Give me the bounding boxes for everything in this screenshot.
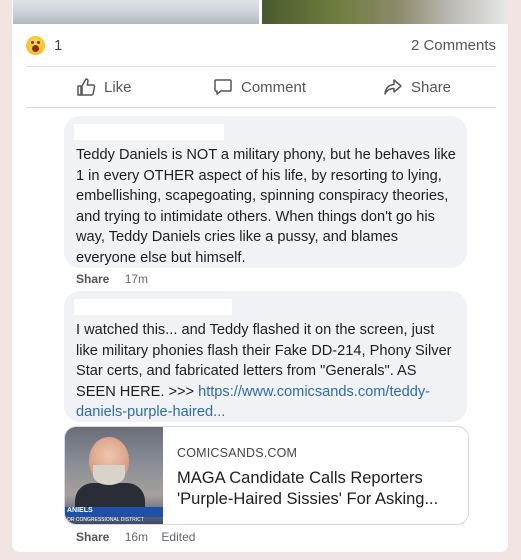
comment-text: I watched this... and Teddy flashed it o…	[76, 322, 452, 420]
comment-timestamp[interactable]: 17m	[125, 272, 148, 286]
comment-share-link[interactable]: Share	[76, 530, 109, 544]
comment-bubble: I watched this... and Teddy flashed it o…	[64, 291, 467, 422]
comment-bubble: Teddy Daniels is NOT a military phony, b…	[64, 116, 467, 268]
link-preview-card[interactable]: ANIELS OR CONGRESSIONAL DISTRICT COMICSA…	[64, 426, 469, 525]
comment-text: Teddy Daniels is NOT a military phony, b…	[76, 147, 456, 266]
like-label: Like	[104, 78, 132, 96]
share-label: Share	[411, 78, 452, 96]
comment-timestamp[interactable]: 16m	[125, 530, 148, 544]
haha-emoji-icon[interactable]	[26, 36, 45, 55]
comment-meta: Share 16m Edited	[76, 530, 195, 544]
share-button[interactable]: Share	[383, 67, 451, 107]
share-arrow-icon	[384, 79, 402, 95]
comment-share-link[interactable]: Share	[76, 272, 109, 286]
commenter-name-redacted[interactable]	[74, 124, 224, 140]
edited-label[interactable]: Edited	[161, 530, 195, 544]
thumbnail-caption: ANIELS	[67, 507, 93, 514]
comments-count-link[interactable]: 2 Comments	[411, 37, 496, 54]
comment-label: Comment	[241, 78, 307, 96]
like-button[interactable]: Like	[76, 67, 132, 107]
comment-button[interactable]: Comment	[213, 67, 306, 107]
reaction-count[interactable]: 1	[54, 37, 62, 54]
link-thumbnail: ANIELS OR CONGRESSIONAL DISTRICT	[65, 427, 163, 524]
reaction-summary: 1 2 Comments	[26, 32, 496, 60]
link-title: MAGA Candidate Calls Reporters 'Purple-H…	[177, 469, 439, 508]
divider	[26, 107, 496, 108]
post-actions-bar: Like Comment Share	[26, 67, 496, 107]
link-domain: COMICSANDS.COM	[177, 446, 298, 460]
post-image-right[interactable]	[262, 0, 510, 24]
comment-bubble-icon	[214, 79, 232, 95]
post-image-left[interactable]	[13, 0, 259, 24]
comment-meta: Share 17m	[76, 272, 158, 286]
thumbnail-subcaption: OR CONGRESSIONAL DISTRICT	[67, 517, 144, 523]
commenter-name-redacted[interactable]	[74, 299, 232, 315]
thumbs-up-icon	[77, 78, 96, 96]
post-images[interactable]	[13, 0, 510, 24]
